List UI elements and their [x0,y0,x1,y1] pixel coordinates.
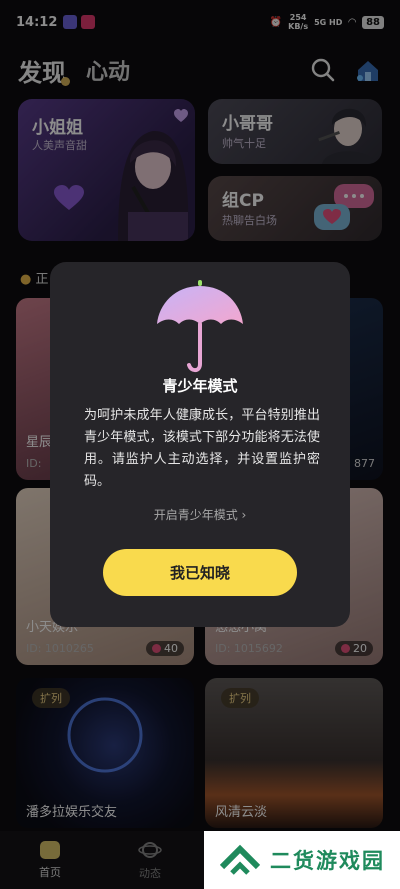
watermark-text: 二货游戏园 [270,849,385,873]
enable-teen-mode-link[interactable]: 开启青少年模式 › [50,506,350,523]
dialog-body: 为呵护未成年人健康成长，平台特别推出青少年模式，该模式下部分功能将无法使用。请监… [84,408,320,489]
dialog-title: 青少年模式 [162,377,238,395]
acknowledge-button[interactable]: 我已知晓 [103,549,297,596]
umbrella-icon [157,280,243,373]
watermark-logo-icon [220,844,260,875]
teen-mode-dialog: 青少年模式 为呵护未成年人健康成长，平台特别推出青少年模式，该模式下部分功能将无… [50,262,350,627]
site-watermark: 二货游戏园 [204,831,400,889]
